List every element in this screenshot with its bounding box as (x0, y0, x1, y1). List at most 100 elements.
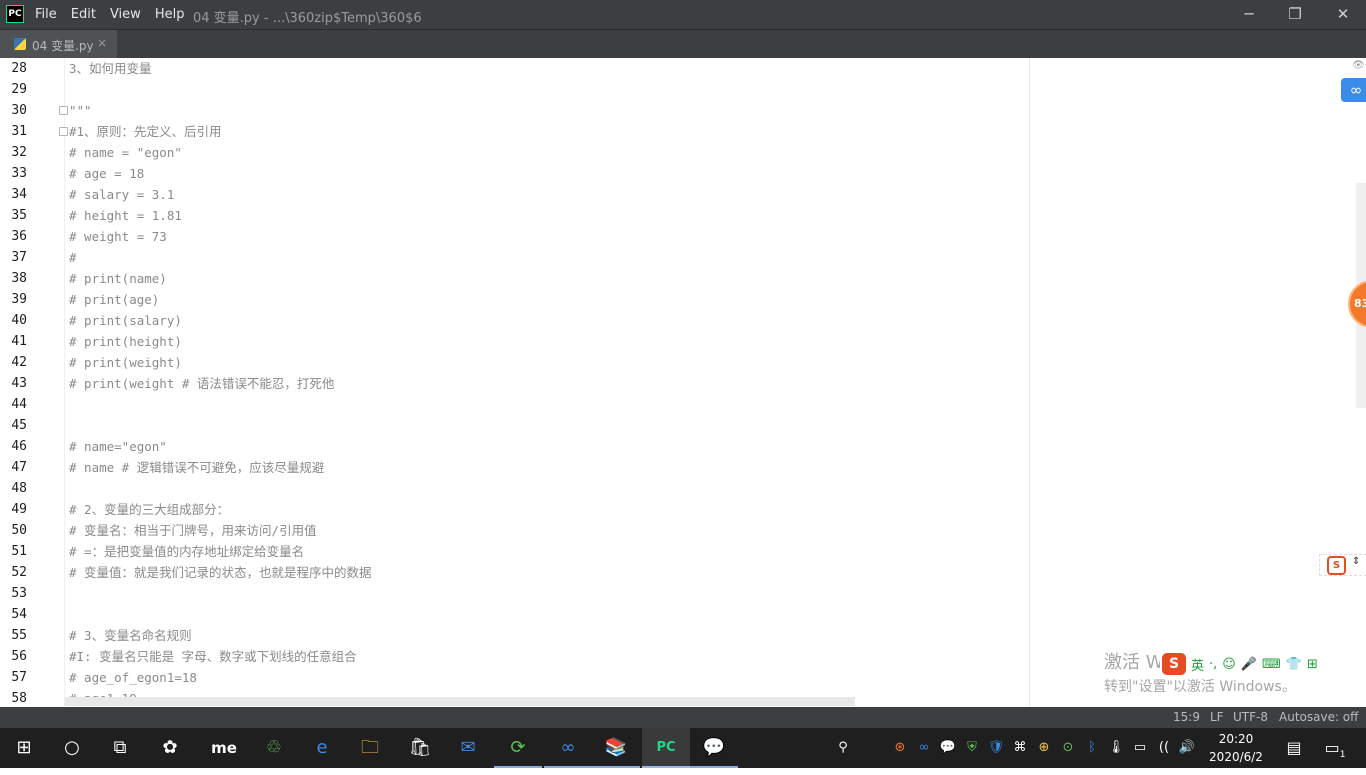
people-icon[interactable]: ⚲ (832, 728, 854, 768)
code-line[interactable]: 42 # print(weight) (0, 352, 1020, 373)
app-icon-1[interactable]: ✿ (146, 728, 194, 768)
menu-help[interactable]: Help (155, 7, 185, 22)
code-line[interactable]: 45 (0, 415, 1020, 436)
code-line[interactable]: 57 # age_of_egon1=18 (0, 667, 1020, 688)
tray-baidu-icon[interactable]: ∞ (914, 728, 934, 768)
close-button[interactable]: ✕ (1320, 0, 1366, 29)
code-line[interactable]: 47 # name # 逻辑错误不可避免，应该尽量规避 (0, 457, 1020, 478)
code-line[interactable]: 34 # salary = 3.1 (0, 184, 1020, 205)
pycharm-icon[interactable]: PC (6, 5, 24, 23)
volume-icon[interactable]: 🔊 (1177, 728, 1197, 768)
code-line[interactable]: 37 # (0, 247, 1020, 268)
file-explorer-icon[interactable]: 🗀 (346, 728, 394, 768)
ime-punctuation-icon[interactable]: ·, (1209, 657, 1217, 672)
code-line[interactable]: 39 # print(age) (0, 289, 1020, 310)
line-number: 58 (11, 691, 27, 706)
tray-plus-icon[interactable]: ⊕ (1034, 728, 1054, 768)
code-line[interactable]: 54 (0, 604, 1020, 625)
menu-edit[interactable]: Edit (71, 7, 96, 22)
ime-skin-icon[interactable]: 👕 (1286, 657, 1302, 672)
code-line[interactable]: 49 # 2、变量的三大组成部分： (0, 499, 1020, 520)
fold-marker-icon[interactable] (59, 127, 68, 136)
line-separator[interactable]: LF (1210, 710, 1224, 724)
notification-center-icon[interactable]: ▭1 (1320, 728, 1350, 768)
file-encoding[interactable]: UTF-8 (1233, 710, 1268, 724)
search-button[interactable]: ○ (48, 728, 96, 768)
bluetooth-icon[interactable]: ᛒ (1082, 728, 1102, 768)
eye-icon[interactable]: 👁 (1352, 60, 1365, 71)
tray-shield-icon[interactable]: ⛨ (962, 728, 982, 768)
code-line[interactable]: 55 # 3、变量名命名规则 (0, 625, 1020, 646)
app-icon-360-browser[interactable]: ⟳ (494, 728, 542, 768)
ime-toolbar[interactable]: S 英 ·, ☺ 🎤 ⌨ 👕 ⊞ (1160, 650, 1366, 678)
ime-mini-toolbar[interactable]: S ⇕ (1319, 554, 1366, 576)
code-line[interactable]: 48 (0, 478, 1020, 499)
pycharm-taskbar-icon[interactable]: PC (642, 728, 690, 768)
floating-ball-360[interactable]: 83 (1348, 280, 1366, 328)
temperature-icon[interactable]: 🌡 (1106, 728, 1126, 768)
clock[interactable]: 20:20 2020/6/2 (1198, 730, 1274, 766)
sogou-logo-icon[interactable]: S (1162, 653, 1186, 675)
code-line[interactable]: 53 (0, 583, 1020, 604)
tray-security-icon[interactable]: 🛡 (986, 728, 1006, 768)
start-button[interactable]: ⊞ (0, 728, 48, 768)
code-line[interactable]: 31 #1、原则：先定义、后引用 (0, 121, 1020, 142)
app-icon-me[interactable]: me (200, 728, 248, 768)
ime-indicator-icon[interactable]: ▤ (1282, 728, 1306, 768)
ime-expand-icon[interactable]: ⇕ (1352, 556, 1360, 567)
wechat-icon[interactable]: 💬 (690, 728, 738, 768)
code-line[interactable]: 30 """ (0, 100, 1020, 121)
battery-icon[interactable]: ▭ (1130, 728, 1150, 768)
sogou-ime-icon[interactable]: S (1327, 556, 1346, 575)
code-line[interactable]: 43 # print(weight # 语法错误不能忍，打死他 (0, 373, 1020, 394)
ime-voice-icon[interactable]: 🎤 (1241, 657, 1257, 672)
code-line[interactable]: 46 # name="egon" (0, 436, 1020, 457)
tray-app-icon[interactable]: ⌘ (1010, 728, 1030, 768)
tray-wechat-icon[interactable]: 💬 (938, 728, 958, 768)
minimize-button[interactable]: ─ (1226, 0, 1272, 29)
code-line[interactable]: 33 # age = 18 (0, 163, 1020, 184)
store-icon[interactable]: 🛍 (396, 728, 444, 768)
code-line[interactable]: 44 (0, 394, 1020, 415)
line-number: 30 (11, 103, 27, 118)
caret-position[interactable]: 15:9 (1173, 710, 1200, 724)
app-icon-books[interactable]: 📚 (592, 728, 640, 768)
menu-file[interactable]: File (35, 7, 57, 22)
tray-360-icon[interactable]: ⊛ (890, 728, 910, 768)
code-line[interactable]: 32 # name = "egon" (0, 142, 1020, 163)
tab-close-icon[interactable]: × (97, 36, 107, 50)
restore-button[interactable]: ❐ (1272, 0, 1318, 29)
code-text: # 2、变量的三大组成部分： (69, 502, 230, 517)
code-line[interactable]: 29 (0, 79, 1020, 100)
code-line[interactable]: 50 # 变量名：相当于门牌号，用来访问/引用值 (0, 520, 1020, 541)
autosave-status[interactable]: Autosave: off (1279, 710, 1358, 724)
code-line[interactable]: 35 # height = 1.81 (0, 205, 1020, 226)
line-number: 46 (11, 439, 27, 454)
horizontal-scrollbar[interactable] (65, 697, 855, 706)
mail-icon[interactable]: ✉ (444, 728, 492, 768)
ime-emoji-icon[interactable]: ☺ (1222, 657, 1236, 672)
ime-mode-toggle[interactable]: 英 (1191, 655, 1204, 674)
wifi-icon[interactable]: (( (1154, 728, 1174, 768)
tray-green-icon[interactable]: ⊙ (1058, 728, 1078, 768)
ime-keyboard-icon[interactable]: ⌨ (1262, 657, 1281, 672)
code-line[interactable]: 36 # weight = 73 (0, 226, 1020, 247)
edge-browser-icon[interactable]: e (298, 728, 346, 768)
tab-04-变量[interactable]: 04 变量.py × (0, 30, 117, 58)
baidu-netdisk-taskbar-icon[interactable]: ∞ (544, 728, 592, 768)
ime-toolbox-icon[interactable]: ⊞ (1307, 657, 1318, 672)
task-view-icon[interactable]: ⧉ (96, 728, 144, 768)
baidu-netdisk-icon[interactable]: ∞ (1341, 78, 1366, 102)
line-number: 51 (11, 544, 27, 559)
code-line[interactable]: 52 # 变量值：就是我们记录的状态，也就是程序中的数据 (0, 562, 1020, 583)
code-editor[interactable]: 28 3、如何用变量 29 30 """ 31 #1、原则：先定义、后引用 32 # name … (0, 58, 1366, 707)
code-line[interactable]: 38 # print(name) (0, 268, 1020, 289)
menu-view[interactable]: View (110, 7, 141, 22)
code-line[interactable]: 41 # print(height) (0, 331, 1020, 352)
code-line[interactable]: 40 # print(salary) (0, 310, 1020, 331)
app-icon-3[interactable]: ♲ (250, 728, 298, 768)
code-line[interactable]: 56 #I: 变量名只能是 字母、数字或下划线的任意组合 (0, 646, 1020, 667)
code-line[interactable]: 51 # =：是把变量值的内存地址绑定给变量名 (0, 541, 1020, 562)
code-line[interactable]: 28 3、如何用变量 (0, 58, 1020, 79)
fold-marker-icon[interactable] (59, 106, 68, 115)
